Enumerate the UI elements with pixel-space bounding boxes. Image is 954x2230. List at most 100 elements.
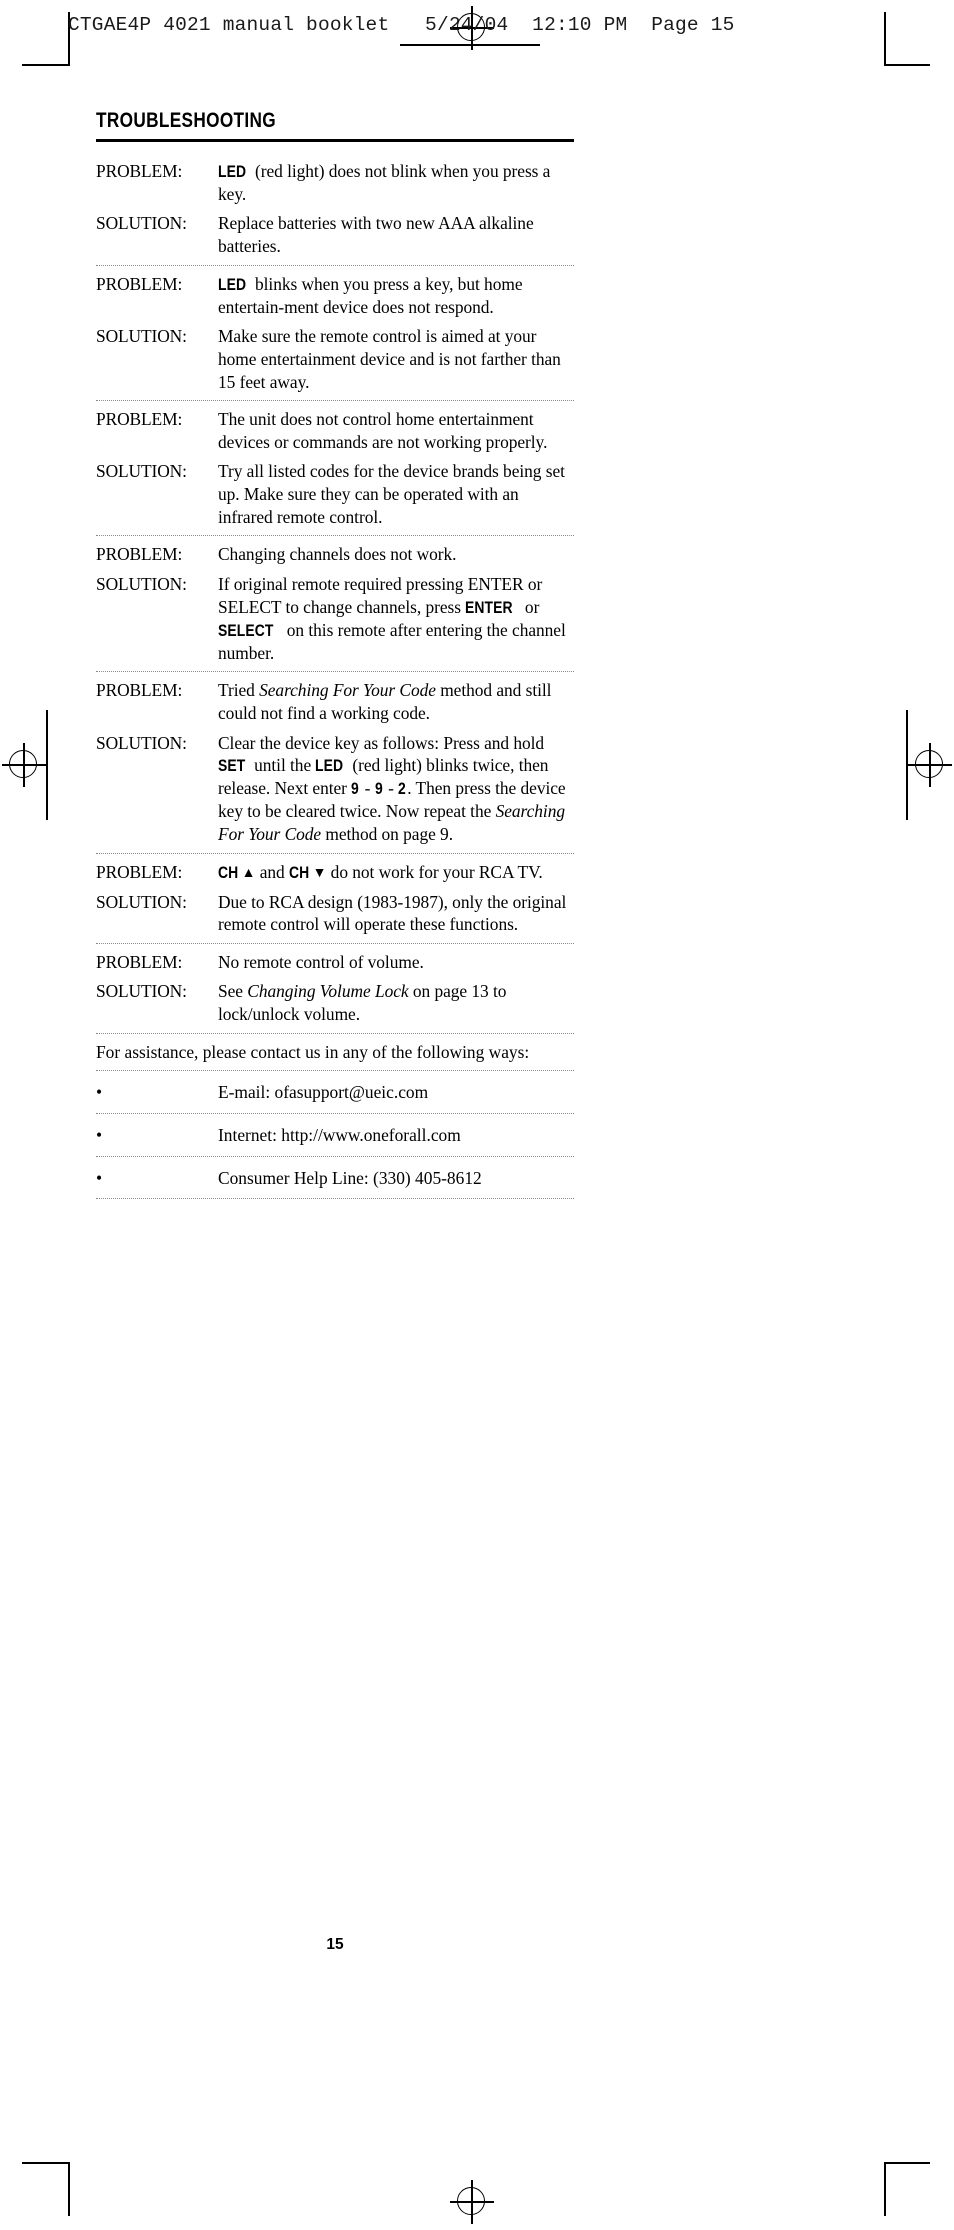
registration-target-right xyxy=(908,743,952,787)
text-run: or xyxy=(520,596,540,617)
text-run: (red light) does not blink when you pres… xyxy=(218,160,551,204)
crop-mark-bottom-left-vertical xyxy=(68,2162,70,2216)
contact-text: Internet: http://www.oneforall.com xyxy=(218,1124,461,1145)
problem-label: PROBLEM: xyxy=(96,861,183,882)
solution-label: SOLUTION: xyxy=(96,891,187,912)
solution-row: SOLUTION: See Changing Volume Lock on pag… xyxy=(96,973,574,1025)
contact-text: E-mail: ofasupport@ueic.com xyxy=(218,1082,429,1103)
text-run: Try all listed codes for the device bran… xyxy=(218,461,565,527)
problem-text: No remote control of volume. xyxy=(218,951,574,974)
troubleshooting-entry: PROBLEM: The unit does not control home e… xyxy=(96,401,574,537)
bullet-icon: • xyxy=(96,1082,103,1103)
crop-mark-bottom-right-horizontal xyxy=(884,2162,930,2164)
key-name: SELECT xyxy=(218,621,274,640)
section-reference: Searching For Your Code xyxy=(259,680,436,701)
key-name: 9 xyxy=(374,780,383,799)
registration-target-bottom xyxy=(450,2180,494,2224)
crop-mark-top-left-horizontal xyxy=(22,64,68,66)
solution-text: Make sure the remote control is aimed at… xyxy=(218,325,574,393)
key-name: 9 xyxy=(351,780,360,799)
problem-row: PROBLEM: No remote control of volume. xyxy=(96,944,574,974)
solution-text: Replace batteries with two new AAA alkal… xyxy=(218,212,574,257)
text-run: until the xyxy=(249,755,316,776)
problem-text: LED blinks when you press a key, but hom… xyxy=(218,273,574,319)
troubleshooting-entry: PROBLEM: No remote control of volume. SOLU… xyxy=(96,944,574,1034)
problem-label: PROBLEM: xyxy=(96,273,183,294)
registration-line-left-vertical xyxy=(46,710,48,820)
problem-row: PROBLEM: LED (red light) does not blink w… xyxy=(96,153,574,206)
contact-list: • E-mail: ofasupport@ueic.com • Internet: h… xyxy=(96,1071,574,1200)
crop-mark-bottom-left-horizontal xyxy=(22,2162,68,2164)
registration-target-left xyxy=(2,743,46,787)
assistance-intro: For assistance, please contact us in any… xyxy=(96,1034,574,1072)
key-name: 2 xyxy=(398,780,406,799)
text-run: and xyxy=(255,861,289,882)
solution-row: SOLUTION: Clear the device key as follows… xyxy=(96,725,574,846)
page-title: TROUBLESHOOTING xyxy=(96,109,276,132)
solution-text: Try all listed codes for the device bran… xyxy=(218,460,574,528)
problem-label: PROBLEM: xyxy=(96,409,183,430)
problem-text: LED (red light) does not blink when you … xyxy=(218,160,574,206)
key-name: CH xyxy=(218,863,239,882)
text-run: blinks when you press a key, but home en… xyxy=(218,273,523,317)
contact-text: Consumer Help Line: (330) 405-8612 xyxy=(218,1167,482,1188)
problem-row: PROBLEM: The unit does not control home e… xyxy=(96,401,574,453)
solution-row: SOLUTION: Due to RCA design (1983-1987), … xyxy=(96,884,574,936)
text-run: Replace batteries with two new AAA alkal… xyxy=(218,213,534,256)
troubleshooting-table: PROBLEM: LED (red light) does not blink w… xyxy=(96,153,574,1034)
arrow-icon: ▼ xyxy=(312,865,327,881)
text-run: Due to RCA design (1983-1987), only the … xyxy=(218,891,567,935)
problem-text: The unit does not control home entertain… xyxy=(218,408,574,453)
problem-row: PROBLEM: Changing channels does not work. xyxy=(96,536,574,566)
troubleshooting-entry: PROBLEM: CH ▲ and CH ▼ do not work for your… xyxy=(96,854,574,944)
solution-text: Due to RCA design (1983-1987), only the … xyxy=(218,891,574,936)
text-run: Changing channels does not work. xyxy=(218,544,457,565)
proof-header: CTGAE4P 4021 manual booklet 5/24/04 12:1… xyxy=(0,10,954,46)
key-name: SET xyxy=(218,757,246,776)
problem-text: Changing channels does not work. xyxy=(218,543,574,566)
troubleshooting-entry: PROBLEM: LED blinks when you press a key,… xyxy=(96,266,574,402)
page-content: TROUBLESHOOTING PROBLEM: LED (red light) … xyxy=(96,109,574,1200)
troubleshooting-entry: PROBLEM: Tried Searching For Your Code me… xyxy=(96,672,574,854)
text-run: method on page 9. xyxy=(321,823,453,844)
contact-row: • Consumer Help Line: (330) 405-8612 xyxy=(96,1157,574,1200)
contact-row: • Internet: http://www.oneforall.com xyxy=(96,1114,574,1157)
solution-label: SOLUTION: xyxy=(96,461,187,482)
solution-label: SOLUTION: xyxy=(96,732,187,753)
troubleshooting-entry: PROBLEM: Changing channels does not work.… xyxy=(96,536,574,673)
text-run: Clear the device key as follows: Press a… xyxy=(218,732,545,753)
crop-mark-top-right-horizontal xyxy=(884,64,930,66)
text-run: Make sure the remote control is aimed at… xyxy=(218,326,561,392)
problem-label: PROBLEM: xyxy=(96,680,183,701)
text-run: - xyxy=(360,778,375,799)
text-run: See xyxy=(218,981,248,1002)
solution-row: SOLUTION: If original remote required pre… xyxy=(96,566,574,664)
problem-text: Tried Searching For Your Code method and… xyxy=(218,679,574,724)
key-name: LED xyxy=(218,162,247,181)
solution-label: SOLUTION: xyxy=(96,326,187,347)
problem-row: PROBLEM: LED blinks when you press a key,… xyxy=(96,266,574,319)
page-number: 15 xyxy=(326,1936,344,1953)
solution-row: SOLUTION: Replace batteries with two new … xyxy=(96,205,574,257)
arrow-icon: ▲ xyxy=(241,865,256,881)
problem-row: PROBLEM: CH ▲ and CH ▼ do not work for your… xyxy=(96,854,574,884)
problem-label: PROBLEM: xyxy=(96,544,183,565)
crop-mark-bottom-right-vertical xyxy=(884,2162,886,2216)
problem-label: PROBLEM: xyxy=(96,160,183,181)
key-name: CH xyxy=(288,863,310,882)
bullet-icon: • xyxy=(96,1167,103,1188)
solution-label: SOLUTION: xyxy=(96,213,187,234)
problem-row: PROBLEM: Tried Searching For Your Code me… xyxy=(96,672,574,724)
problem-label: PROBLEM: xyxy=(96,951,183,972)
section-reference: Changing Volume Lock xyxy=(247,981,409,1002)
text-run: The unit does not control home entertain… xyxy=(218,409,548,452)
key-name: LED xyxy=(218,275,247,294)
contact-row: • E-mail: ofasupport@ueic.com xyxy=(96,1071,574,1114)
key-name: LED xyxy=(315,757,344,776)
troubleshooting-entry: PROBLEM: LED (red light) does not blink w… xyxy=(96,153,574,266)
solution-text: See Changing Volume Lock on page 13 to l… xyxy=(218,980,574,1025)
solution-label: SOLUTION: xyxy=(96,981,187,1002)
text-run: Tried xyxy=(218,680,260,701)
solution-row: SOLUTION: Try all listed codes for the de… xyxy=(96,453,574,528)
solution-text: If original remote required pressing ENT… xyxy=(218,573,574,664)
